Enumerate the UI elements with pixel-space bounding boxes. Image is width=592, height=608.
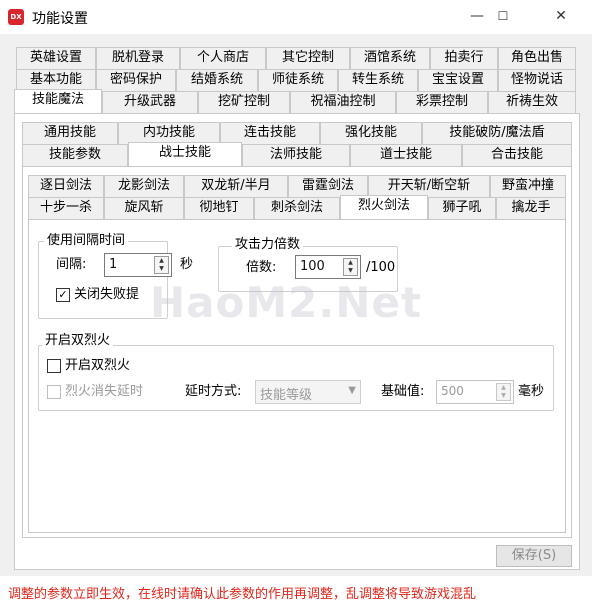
tab-twin-dragon-slash[interactable]: 双龙斩/半月 (184, 175, 288, 197)
tab-whirlwind-slash[interactable]: 旋风斩 (104, 197, 184, 219)
tab-combo-skills[interactable]: 连击技能 (220, 122, 320, 144)
base-value-unit: 毫秒 (518, 384, 545, 399)
spin-down-icon[interactable]: ▼ (155, 265, 168, 273)
main-tabs-row-3: 技能魔法 升级武器 挖矿控制 祝福油控制 彩票控制 祈祷生效 (0, 89, 592, 113)
title-bar: DX 功能设置 — ☐ ✕ (0, 0, 592, 34)
settings-window: DX 功能设置 — ☐ ✕ 英雄设置 脱机登录 个人商店 其它控制 酒馆系统 拍… (0, 0, 592, 608)
tab-prayer-effect[interactable]: 祈祷生效 (488, 91, 576, 113)
tab-skill-magic[interactable]: 技能魔法 (14, 89, 102, 113)
main-tabs-row-1: 英雄设置 脱机登录 个人商店 其它控制 酒馆系统 拍卖行 角色出售 (0, 47, 592, 69)
tab-combined-skills[interactable]: 合击技能 (462, 144, 572, 166)
tab-enhance-skills[interactable]: 强化技能 (320, 122, 422, 144)
interval-group-title: 使用间隔时间 (44, 233, 129, 249)
tab-common-skills[interactable]: 通用技能 (22, 122, 118, 144)
spin-up-icon[interactable]: ▲ (344, 259, 357, 267)
tab-personal-shop[interactable]: 个人商店 (180, 47, 266, 69)
tab-ground-nail[interactable]: 彻地钉 (184, 197, 254, 219)
skill-tabs-row-2: 技能参数 战士技能 法师技能 道士技能 合击技能 (0, 142, 592, 166)
tab-thunder-sword[interactable]: 雷霆剑法 (288, 175, 368, 197)
maximize-button[interactable]: ☐ (480, 0, 526, 32)
tab-sun-chasing-sword[interactable]: 逐日剑法 (28, 175, 104, 197)
power-spinbox[interactable]: 100 ▲ ▼ (295, 255, 361, 279)
tab-blessing-oil-control[interactable]: 祝福油控制 (290, 91, 396, 113)
tab-password-protection[interactable]: 密码保护 (96, 69, 176, 91)
spin-up-icon[interactable]: ▲ (155, 257, 168, 265)
interval-spin-arrows[interactable]: ▲ ▼ (154, 256, 169, 274)
watermark-text: HaoM2.Net (150, 278, 423, 327)
power-value: 100 (300, 259, 325, 274)
tab-ten-step-kill[interactable]: 十步一杀 (28, 197, 104, 219)
app-logo-icon: DX (8, 9, 24, 25)
spin-up-icon[interactable]: ▲ (497, 384, 510, 392)
tab-hero-settings[interactable]: 英雄设置 (16, 47, 96, 69)
tab-offline-login[interactable]: 脱机登录 (96, 47, 180, 69)
tab-dragon-shadow-sword[interactable]: 龙影剑法 (104, 175, 184, 197)
tab-taoist-skills[interactable]: 道士技能 (350, 144, 462, 166)
interval-label: 间隔: (56, 257, 87, 272)
warrior-tabs-row-2: 十步一杀 旋风斩 彻地钉 刺杀剑法 烈火剑法 狮子吼 擒龙手 (0, 195, 592, 219)
fire-delay-checkbox[interactable] (47, 385, 61, 399)
tab-lottery-control[interactable]: 彩票控制 (396, 91, 488, 113)
tab-assassinate-sword[interactable]: 刺杀剑法 (254, 197, 340, 219)
delay-mode-value: 技能等级 (260, 388, 313, 403)
tab-mentor-system[interactable]: 师徒系统 (258, 69, 338, 91)
tab-marriage-system[interactable]: 结婚系统 (176, 69, 258, 91)
skill-tabs-row-1: 通用技能 内功技能 连击技能 强化技能 技能破防/魔法盾 (0, 122, 592, 144)
interval-unit: 秒 (180, 257, 194, 272)
base-value: 500 (441, 384, 464, 398)
delay-mode-label: 延时方式: (185, 384, 242, 399)
power-group-title: 攻击力倍数 (232, 237, 304, 253)
save-button[interactable]: 保存(S) (496, 545, 572, 567)
status-bar: 调整的参数立即生效，在线时请确认此参数的作用再调整，乱调整将导致游戏混乱 (0, 576, 592, 608)
delay-mode-select[interactable]: 技能等级 ▼ (255, 380, 361, 404)
power-suffix: /100 (366, 260, 396, 275)
fire-delay-label: 烈火消失延时 (65, 384, 144, 399)
tab-internal-skills[interactable]: 内功技能 (118, 122, 220, 144)
close-fail-prompt-checkbox[interactable]: ✓ (56, 288, 70, 302)
tab-mage-skills[interactable]: 法师技能 (242, 144, 350, 166)
enable-double-fire-checkbox[interactable] (47, 359, 61, 373)
interval-value: 1 (109, 257, 118, 272)
window-title: 功能设置 (32, 11, 88, 27)
status-warning-text: 调整的参数立即生效，在线时请确认此参数的作用再调整，乱调整将导致游戏混乱 (8, 587, 477, 602)
tab-auction[interactable]: 拍卖行 (430, 47, 498, 69)
enable-double-fire-label: 开启双烈火 (65, 358, 131, 373)
spin-down-icon[interactable]: ▼ (497, 392, 510, 400)
close-button[interactable]: ✕ (538, 0, 584, 32)
tab-character-sale[interactable]: 角色出售 (498, 47, 576, 69)
tab-dragon-grab[interactable]: 擒龙手 (496, 197, 566, 219)
warrior-tabs-row-1: 逐日剑法 龙影剑法 双龙斩/半月 雷霆剑法 开天斩/断空斩 野蛮冲撞 (0, 175, 592, 197)
base-value-spinbox[interactable]: 500 ▲ ▼ (436, 380, 514, 404)
main-tabs-row-2: 基本功能 密码保护 结婚系统 师徒系统 转生系统 宝宝设置 怪物说话 (0, 69, 592, 91)
spin-down-icon[interactable]: ▼ (344, 267, 357, 275)
tab-lion-roar[interactable]: 狮子吼 (428, 197, 496, 219)
tab-rebirth-system[interactable]: 转生系统 (338, 69, 418, 91)
double-fire-group-title: 开启双烈火 (42, 333, 114, 349)
interval-spinbox[interactable]: 1 ▲ ▼ (104, 253, 172, 277)
tab-heaven-splitting-slash[interactable]: 开天斩/断空斩 (368, 175, 490, 197)
chevron-down-icon: ▼ (348, 385, 356, 396)
tab-other-control[interactable]: 其它控制 (266, 47, 350, 69)
base-spin-arrows[interactable]: ▲ ▼ (496, 383, 511, 401)
tab-basic-functions[interactable]: 基本功能 (16, 69, 96, 91)
tab-monster-speech[interactable]: 怪物说话 (498, 69, 576, 91)
power-spin-arrows[interactable]: ▲ ▼ (343, 258, 358, 276)
close-fail-prompt-label: 关闭失败提 (74, 287, 140, 302)
tab-tavern-system[interactable]: 酒馆系统 (350, 47, 430, 69)
tab-upgrade-weapon[interactable]: 升级武器 (102, 91, 198, 113)
tab-skill-break-shield[interactable]: 技能破防/魔法盾 (422, 122, 572, 144)
tab-skill-params[interactable]: 技能参数 (22, 144, 128, 166)
base-value-label: 基础值: (381, 384, 425, 399)
tab-mining-control[interactable]: 挖矿控制 (198, 91, 290, 113)
power-label: 倍数: (246, 260, 277, 275)
tab-fire-sword[interactable]: 烈火剑法 (340, 195, 428, 219)
tab-pet-settings[interactable]: 宝宝设置 (418, 69, 498, 91)
tab-savage-charge[interactable]: 野蛮冲撞 (490, 175, 566, 197)
tab-warrior-skills[interactable]: 战士技能 (128, 142, 242, 166)
